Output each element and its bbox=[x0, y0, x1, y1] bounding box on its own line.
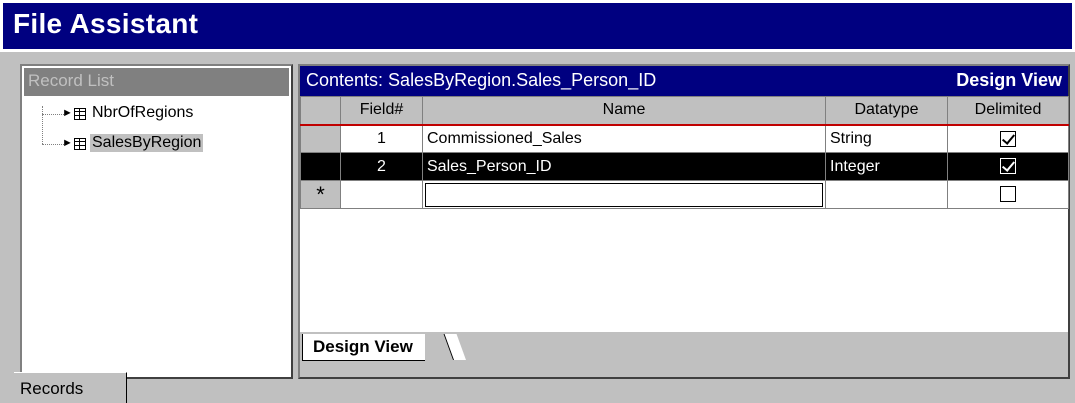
new-record-row[interactable]: * bbox=[300, 180, 1069, 209]
arrow-right-icon: ► bbox=[62, 137, 73, 149]
column-header-field-no[interactable]: Field# bbox=[340, 96, 423, 125]
contents-title: Contents: SalesByRegion.Sales_Person_ID bbox=[306, 70, 657, 90]
contents-header: Contents: SalesByRegion.Sales_Person_ID … bbox=[300, 66, 1068, 96]
column-header-datatype[interactable]: Datatype bbox=[825, 96, 948, 125]
delimited-cell[interactable] bbox=[947, 124, 1069, 153]
column-header-delimited[interactable]: Delimited bbox=[947, 96, 1069, 125]
delimited-cell[interactable] bbox=[947, 152, 1069, 181]
window-title: File Assistant bbox=[13, 8, 199, 39]
arrow-right-icon: ► bbox=[62, 107, 73, 119]
tree-item-label: SalesByRegion bbox=[90, 134, 204, 152]
title-bar: File Assistant bbox=[0, 0, 1075, 52]
title-bar-inner: File Assistant bbox=[3, 3, 1072, 49]
delimited-cell[interactable] bbox=[947, 180, 1069, 209]
new-row-marker: * bbox=[300, 180, 341, 209]
new-name-input[interactable] bbox=[425, 182, 823, 207]
table-icon bbox=[74, 108, 86, 120]
delimited-checkbox[interactable] bbox=[1000, 186, 1016, 203]
grid-header-row: Field# Name Datatype Delimited bbox=[300, 96, 1069, 125]
field-no-cell[interactable]: 1 bbox=[340, 124, 423, 153]
fields-grid: Field# Name Datatype Delimited 1 Commiss… bbox=[300, 96, 1069, 209]
table-row[interactable]: 1 Commissioned_Sales String bbox=[300, 124, 1069, 153]
tab-records[interactable]: Records bbox=[14, 372, 127, 403]
record-list-title: Record List bbox=[28, 71, 114, 90]
view-tab-strip: Design View bbox=[300, 332, 1068, 377]
field-no-cell[interactable] bbox=[340, 180, 423, 209]
delimited-checkbox[interactable] bbox=[1000, 130, 1016, 147]
name-cell[interactable] bbox=[422, 180, 826, 209]
row-selector[interactable] bbox=[300, 124, 341, 153]
tab-design-view[interactable]: Design View bbox=[302, 334, 425, 361]
tab-edge bbox=[443, 334, 466, 360]
table-row[interactable]: 2 Sales_Person_ID Integer bbox=[300, 152, 1069, 181]
record-list-header: Record List bbox=[24, 68, 289, 96]
table-icon bbox=[74, 138, 86, 150]
tree-connector bbox=[42, 106, 43, 144]
row-selector[interactable] bbox=[300, 152, 341, 181]
tab-records-label: Records bbox=[20, 379, 84, 398]
datatype-cell[interactable]: String bbox=[825, 124, 948, 153]
record-list-panel: Record List ► NbrOfRegions ► SalesByRegi… bbox=[20, 64, 293, 379]
column-header-name[interactable]: Name bbox=[422, 96, 826, 125]
name-cell[interactable]: Commissioned_Sales bbox=[422, 124, 826, 153]
datatype-cell[interactable]: Integer bbox=[825, 152, 948, 181]
tree-connector bbox=[42, 114, 64, 115]
field-no-cell[interactable]: 2 bbox=[340, 152, 423, 181]
delimited-checkbox[interactable] bbox=[1000, 158, 1016, 175]
contents-panel: Contents: SalesByRegion.Sales_Person_ID … bbox=[298, 64, 1070, 379]
name-cell[interactable]: Sales_Person_ID bbox=[422, 152, 826, 181]
tree-connector bbox=[42, 144, 64, 145]
view-mode-label: Design View bbox=[956, 70, 1062, 90]
column-header-selector bbox=[300, 96, 341, 125]
tree-item-label: NbrOfRegions bbox=[92, 104, 194, 121]
datatype-cell[interactable] bbox=[825, 180, 948, 209]
